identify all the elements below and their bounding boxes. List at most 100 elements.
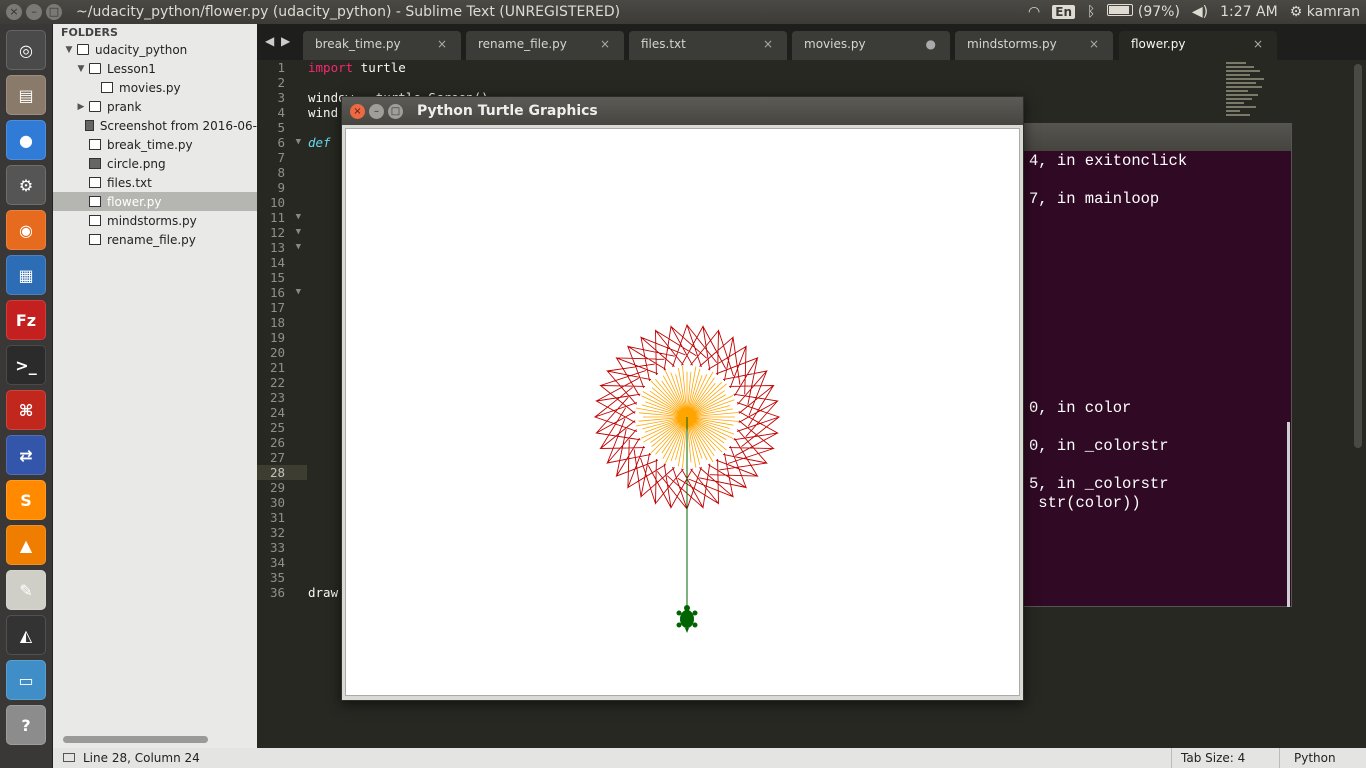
- file-item[interactable]: Screenshot from 2016-06-: [53, 116, 257, 135]
- folder-icon: [89, 101, 101, 112]
- expanded-arrow-icon[interactable]: ▼: [75, 64, 87, 74]
- volume-icon[interactable]: ◀): [1192, 4, 1208, 20]
- line-number: 10: [269, 195, 285, 210]
- firefox-icon[interactable]: ◉: [6, 210, 46, 250]
- minimap-line: [1226, 78, 1264, 80]
- filezilla-icon[interactable]: Fz: [6, 300, 46, 340]
- sidebar-scrollbar[interactable]: [63, 736, 208, 743]
- fold-arrow-icon[interactable]: ▼: [296, 210, 301, 225]
- file-icon: [89, 215, 101, 226]
- tab-mindstorms-py[interactable]: mindstorms.py ×: [955, 31, 1113, 60]
- tab-movies-py[interactable]: movies.py ●: [792, 31, 950, 60]
- turtle-tail: [685, 628, 689, 633]
- line-number: 14: [269, 255, 285, 270]
- tab-close-icon[interactable]: ×: [1089, 37, 1099, 51]
- tab-close-icon[interactable]: ×: [600, 37, 610, 51]
- file-item[interactable]: files.txt: [53, 173, 257, 192]
- turtle-maximize-button[interactable]: □: [388, 103, 403, 119]
- expanded-arrow-icon[interactable]: ▼: [63, 45, 75, 55]
- turtle-close-button[interactable]: ×: [350, 103, 365, 119]
- tab-files-txt[interactable]: files.txt ×: [629, 31, 787, 60]
- turtle-minimize-button[interactable]: –: [369, 103, 384, 119]
- acrobat-icon[interactable]: ⌘: [6, 390, 46, 430]
- tab-size-selector[interactable]: Tab Size: 4: [1181, 751, 1245, 765]
- file-item[interactable]: mindstorms.py: [53, 211, 257, 230]
- tab-rename-file-py[interactable]: rename_file.py ×: [466, 31, 624, 60]
- workspace-icon[interactable]: ▭: [6, 660, 46, 700]
- fold-arrow-icon[interactable]: ▼: [296, 225, 301, 240]
- ubuntu-dash-icon[interactable]: ◎: [6, 30, 46, 70]
- cursor-position: Line 28, Column 24: [83, 751, 200, 765]
- settings-icon[interactable]: ⚙: [6, 165, 46, 205]
- tab-label: rename_file.py: [478, 37, 567, 51]
- editor-scrollbar[interactable]: [1354, 64, 1362, 448]
- maximize-window-button[interactable]: □: [46, 4, 62, 20]
- line-number: 35: [269, 570, 285, 585]
- tab-label: break_time.py: [315, 37, 401, 51]
- line-number: 12 ▼: [269, 225, 301, 240]
- keyboard-layout-indicator[interactable]: En: [1052, 5, 1075, 19]
- minimap-line: [1226, 86, 1262, 88]
- folder-item[interactable]: ▶ prank: [53, 97, 257, 116]
- tab-flower-py[interactable]: flower.py ×: [1119, 31, 1277, 60]
- user-menu[interactable]: ⚙ kamran: [1290, 4, 1360, 20]
- console-toggle-icon[interactable]: [63, 753, 75, 762]
- tab-break-time-py[interactable]: break_time.py ×: [303, 31, 461, 60]
- gear-icon: ⚙: [1289, 4, 1303, 20]
- fold-arrow-icon[interactable]: ▼: [296, 285, 301, 300]
- tab-close-icon[interactable]: ×: [1253, 37, 1263, 51]
- minimap[interactable]: [1226, 62, 1276, 122]
- help-icon[interactable]: ?: [6, 705, 46, 745]
- text-editor-icon[interactable]: ✎: [6, 570, 46, 610]
- folder-item[interactable]: ▼ Lesson1: [53, 59, 257, 78]
- unsaved-dot-icon[interactable]: ●: [926, 37, 936, 51]
- minimize-window-button[interactable]: –: [26, 4, 42, 20]
- file-item[interactable]: flower.py: [53, 192, 257, 211]
- terminal-line: 5, in _colorstr: [1029, 475, 1169, 493]
- terminal-titlebar[interactable]: [1023, 124, 1291, 151]
- turtle-graphics-window[interactable]: × – □ Python Turtle Graphics: [341, 96, 1024, 701]
- clock[interactable]: 1:27 AM: [1220, 4, 1278, 20]
- turtle-window-title: Python Turtle Graphics: [417, 103, 598, 119]
- file-icon: [89, 234, 101, 245]
- network-icon[interactable]: ⇄: [6, 435, 46, 475]
- file-item[interactable]: movies.py: [53, 78, 257, 97]
- writer-icon[interactable]: ▦: [6, 255, 46, 295]
- fold-arrow-icon[interactable]: ▼: [296, 240, 301, 255]
- file-item[interactable]: rename_file.py: [53, 230, 257, 249]
- turtle-canvas[interactable]: [345, 128, 1020, 696]
- turtle-leg: [676, 610, 682, 616]
- import-target: turtle: [353, 60, 406, 75]
- terminal-window[interactable]: 4, in exitonclick 7, in mainloop 0, in c…: [1022, 123, 1292, 607]
- bluetooth-icon[interactable]: ᛒ: [1087, 4, 1095, 20]
- terminal-scrollbar[interactable]: [1287, 422, 1290, 607]
- file-item[interactable]: break_time.py: [53, 135, 257, 154]
- minimap-line: [1226, 106, 1256, 108]
- vlc-icon[interactable]: ▲: [6, 525, 46, 565]
- tab-close-icon[interactable]: ×: [763, 37, 773, 51]
- fold-arrow-icon[interactable]: ▼: [296, 135, 301, 150]
- chrome-icon[interactable]: ●: [6, 120, 46, 160]
- files-icon[interactable]: ▤: [6, 75, 46, 115]
- tab-close-icon[interactable]: ×: [437, 37, 447, 51]
- file-item[interactable]: circle.png: [53, 154, 257, 173]
- tab-scroll-left-button[interactable]: ◀: [265, 34, 274, 48]
- tab-label: flower.py: [1131, 37, 1186, 51]
- tree-item-label: mindstorms.py: [107, 213, 197, 228]
- syntax-selector[interactable]: Python: [1294, 751, 1336, 765]
- terminal-icon[interactable]: >_: [6, 345, 46, 385]
- close-window-button[interactable]: ×: [6, 4, 22, 20]
- sublime-icon[interactable]: S: [6, 480, 46, 520]
- turtle-window-titlebar[interactable]: × – □ Python Turtle Graphics: [342, 97, 1023, 125]
- line-number: 20: [269, 345, 285, 360]
- line-number: 11 ▼: [269, 210, 301, 225]
- line-number: 22: [269, 375, 285, 390]
- inkscape-icon[interactable]: ◭: [6, 615, 46, 655]
- collapsed-arrow-icon[interactable]: ▶: [75, 102, 87, 112]
- folder-item[interactable]: ▼ udacity_python: [53, 40, 257, 59]
- battery-indicator[interactable]: (97%): [1107, 4, 1180, 20]
- tree-item-label: prank: [107, 99, 142, 114]
- tab-scroll-right-button[interactable]: ▶: [281, 34, 290, 48]
- minimap-line: [1226, 74, 1250, 76]
- wifi-icon[interactable]: ◠: [1028, 4, 1040, 20]
